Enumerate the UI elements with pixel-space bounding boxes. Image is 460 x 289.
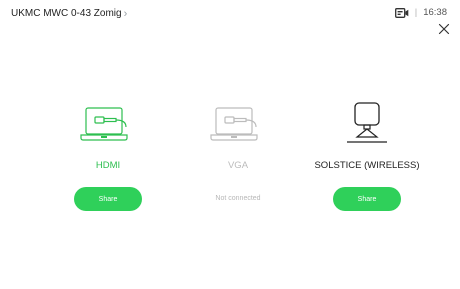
source-label-hdmi: HDMI [95,160,121,171]
laptop-vga-icon [210,107,258,141]
share-button-hdmi[interactable]: Share [74,187,142,211]
share-button-solstice[interactable]: Share [333,187,401,211]
status-not-connected: Not connected [215,195,261,202]
source-vga: VGA Not connected [183,99,293,211]
source-hdmi: HDMI Share [53,99,163,211]
source-solstice: SOLSTICE (WIRELESS) Share [311,99,423,211]
room-selector[interactable]: UKMC MWC 0-43 Zomig › [11,8,127,19]
top-bar: UKMC MWC 0-43 Zomig › | 16:38 [0,0,460,35]
close-icon[interactable] [438,23,450,35]
status-area: | 16:38 [394,7,447,18]
divider: | [414,7,418,18]
laptop-hdmi-icon [80,107,128,141]
wireless-display-icon [347,102,387,143]
source-label-vga: VGA [227,160,249,171]
clock: 16:38 [423,7,447,18]
source-label-solstice: SOLSTICE (WIRELESS) [314,160,420,171]
camera-icon[interactable] [394,7,409,18]
room-name: UKMC MWC 0-43 Zomig [11,8,122,19]
chevron-right-icon: › [123,7,128,20]
